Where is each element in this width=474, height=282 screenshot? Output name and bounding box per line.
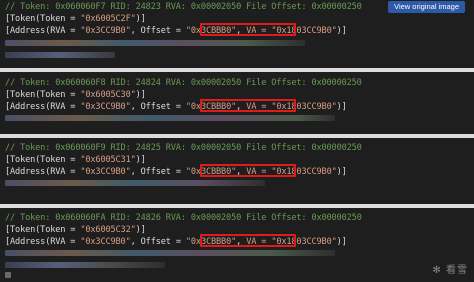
token-attr-close: )]: [135, 90, 146, 100]
blurred-code-line: [5, 115, 335, 121]
token-attr-open: [Token(Token =: [5, 155, 81, 165]
code-panel-3: // Token: 0x060060F9 RID: 24825 RVA: 0x0…: [0, 138, 474, 204]
token-value: "0x6005C32": [80, 225, 136, 235]
offset-label: , Offset =: [130, 26, 186, 36]
token-attribute-line: [Token(Token = "0x6005C30")]: [5, 89, 146, 101]
watermark: ✻ 看雪: [432, 261, 468, 276]
offset-label: , Offset =: [130, 102, 186, 112]
token-attribute-line: [Token(Token = "0x6005C32")]: [5, 224, 146, 236]
token-comment: // Token: 0x060060FA RID: 24826 RVA: 0x0…: [5, 213, 362, 223]
token-attr-open: [Token(Token =: [5, 14, 81, 24]
token-value: "0x6005C31": [80, 155, 136, 165]
va-highlight-box: [200, 99, 296, 112]
blurred-code-line: [5, 262, 165, 268]
blurred-code-line: [5, 180, 265, 186]
token-attr-close: )]: [135, 225, 146, 235]
token-value: "0x6005C2F": [80, 14, 136, 24]
token-comment: // Token: 0x060060F7 RID: 24823 RVA: 0x0…: [5, 2, 362, 12]
offset-label: , Offset =: [130, 167, 186, 177]
address-attr-open: [Address(RVA =: [5, 167, 81, 177]
blurred-code-line: [5, 52, 115, 58]
address-attr-open: [Address(RVA =: [5, 102, 81, 112]
rva-value: "0x3CC9B0": [80, 26, 131, 36]
token-attribute-line: [Token(Token = "0x6005C31")]: [5, 154, 146, 166]
token-attr-open: [Token(Token =: [5, 225, 81, 235]
token-comment: // Token: 0x060060F9 RID: 24825 RVA: 0x0…: [5, 143, 362, 153]
address-attr-close: )]: [336, 237, 347, 247]
address-attr-open: [Address(RVA =: [5, 237, 81, 247]
token-comment: // Token: 0x060060F8 RID: 24824 RVA: 0x0…: [5, 78, 362, 88]
offset-label: , Offset =: [130, 237, 186, 247]
rva-value: "0x3CC9B0": [80, 102, 131, 112]
token-attr-close: )]: [135, 14, 146, 24]
address-attr-close: )]: [336, 167, 347, 177]
token-attribute-line: [Token(Token = "0x6005C2F")]: [5, 13, 146, 25]
blurred-code-line: [5, 40, 305, 46]
token-value: "0x6005C30": [80, 90, 136, 100]
code-panel-4: // Token: 0x060060FA RID: 24826 RVA: 0x0…: [0, 208, 474, 282]
snowflake-icon: ✻: [432, 265, 442, 276]
blurred-code-line: [5, 250, 335, 256]
blurred-code-line: [5, 272, 11, 278]
token-attr-close: )]: [135, 155, 146, 165]
rva-value: "0x3CC9B0": [80, 167, 131, 177]
view-original-image-button[interactable]: View original image: [388, 1, 465, 13]
va-highlight-box: [200, 23, 296, 36]
address-attr-open: [Address(RVA =: [5, 26, 81, 36]
rva-value: "0x3CC9B0": [80, 237, 131, 247]
address-attr-close: )]: [336, 26, 347, 36]
address-attr-close: )]: [336, 102, 347, 112]
va-highlight-box: [200, 234, 296, 247]
code-panel-2: // Token: 0x060060F8 RID: 24824 RVA: 0x0…: [0, 72, 474, 134]
watermark-text: 看雪: [446, 265, 468, 276]
va-highlight-box: [200, 164, 296, 177]
token-attr-open: [Token(Token =: [5, 90, 81, 100]
